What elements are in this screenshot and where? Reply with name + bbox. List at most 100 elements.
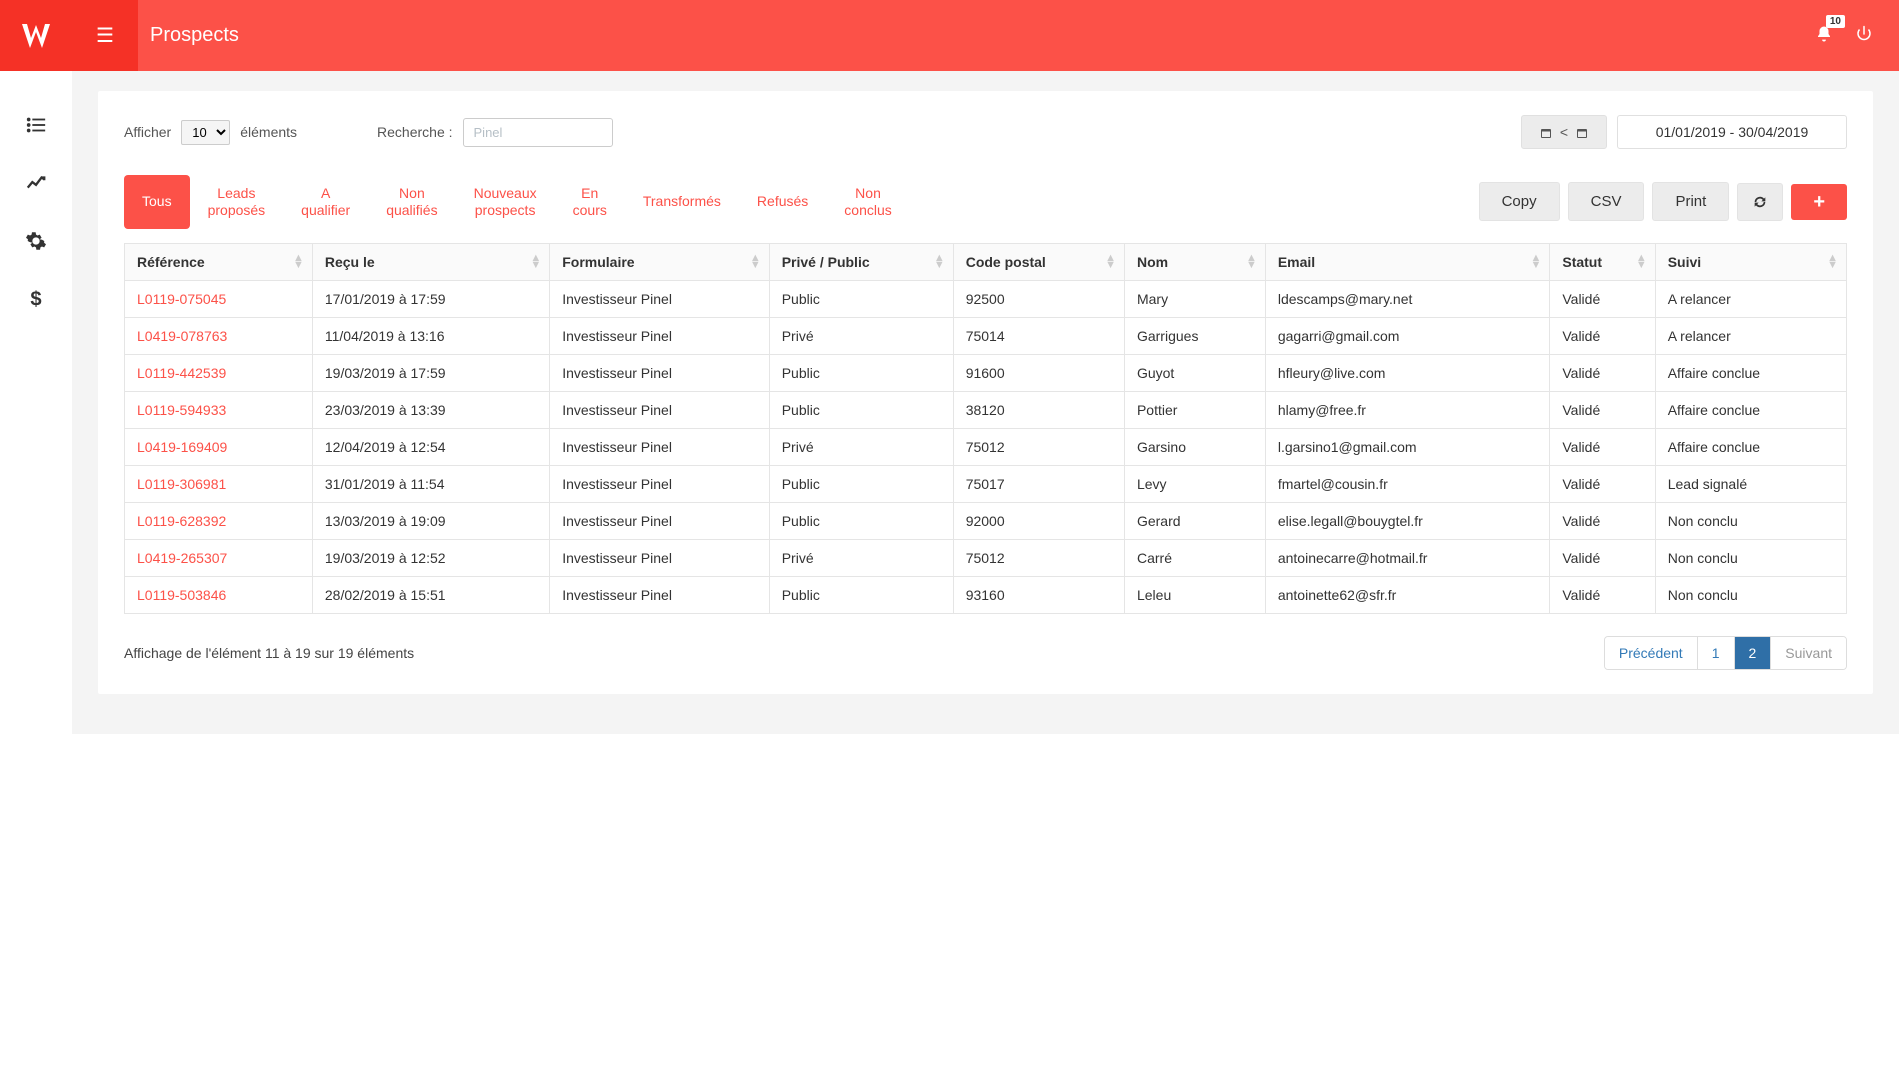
svg-text:$: $: [30, 288, 41, 310]
tab-label: En: [573, 185, 607, 202]
copy-button[interactable]: Copy: [1479, 182, 1560, 221]
table-row: L0419-07876311/04/2019 à 13:16Investisse…: [125, 317, 1847, 354]
cell-statut: Validé: [1550, 576, 1655, 613]
notifications-button[interactable]: 10: [1815, 25, 1833, 46]
sidebar-item-settings[interactable]: [22, 227, 50, 255]
tab-transformés[interactable]: Transformés: [625, 175, 739, 229]
logo[interactable]: [0, 0, 72, 71]
column-header[interactable]: Code postal▲▼: [953, 243, 1124, 280]
sidebar-item-list[interactable]: [22, 111, 50, 139]
cell-statut: Validé: [1550, 354, 1655, 391]
page-size-select[interactable]: 10: [181, 120, 230, 145]
next-page-button[interactable]: Suivant: [1771, 637, 1846, 669]
cell-email: ldescamps@mary.net: [1265, 280, 1550, 317]
cell-email: antoinette62@sfr.fr: [1265, 576, 1550, 613]
tab-non-qualifiés[interactable]: Nonqualifiés: [368, 175, 455, 229]
tab-en-cours[interactable]: Encours: [555, 175, 625, 229]
column-label: Code postal: [966, 254, 1046, 270]
cell-ref: L0119-442539: [125, 354, 313, 391]
cell-statut: Validé: [1550, 502, 1655, 539]
tab-label: Non: [386, 185, 437, 202]
tab-label: Nouveaux: [474, 185, 537, 202]
search-label: Recherche :: [377, 124, 452, 140]
sort-icon: ▲▼: [1530, 255, 1541, 269]
menu-toggle-button[interactable]: ☰: [72, 0, 138, 71]
prospects-table: Référence▲▼Reçu le▲▼Formulaire▲▼Privé / …: [124, 243, 1847, 614]
cell-form: Investisseur Pinel: [550, 354, 769, 391]
reference-link[interactable]: L0119-442539: [137, 365, 226, 381]
pagination: Précédent 12Suivant: [1604, 636, 1847, 670]
tab-leads-proposés[interactable]: Leadsproposés: [190, 175, 284, 229]
cell-nom: Carré: [1124, 539, 1265, 576]
logout-button[interactable]: [1855, 25, 1873, 46]
table-row: L0119-50384628/02/2019 à 15:51Investisse…: [125, 576, 1847, 613]
column-header[interactable]: Référence▲▼: [125, 243, 313, 280]
add-button[interactable]: +: [1791, 184, 1847, 220]
column-header[interactable]: Reçu le ▲▼: [312, 243, 549, 280]
reference-link[interactable]: L0419-265307: [137, 550, 227, 566]
cell-statut: Validé: [1550, 465, 1655, 502]
column-header[interactable]: Suivi▲▼: [1655, 243, 1846, 280]
cell-recu: 31/01/2019 à 11:54: [312, 465, 549, 502]
refresh-icon: [1752, 194, 1768, 210]
cell-email: elise.legall@bouygtel.fr: [1265, 502, 1550, 539]
reference-link[interactable]: L0119-594933: [137, 402, 226, 418]
column-header[interactable]: Statut▲▼: [1550, 243, 1655, 280]
cell-form: Investisseur Pinel: [550, 317, 769, 354]
page-button-1[interactable]: 1: [1698, 637, 1735, 669]
reference-link[interactable]: L0119-628392: [137, 513, 226, 529]
column-label: Privé / Public: [782, 254, 870, 270]
reference-link[interactable]: L0419-169409: [137, 439, 227, 455]
print-button[interactable]: Print: [1652, 182, 1729, 221]
cell-cp: 75017: [953, 465, 1124, 502]
column-header[interactable]: Formulaire▲▼: [550, 243, 769, 280]
reference-link[interactable]: L0119-075045: [137, 291, 226, 307]
less-than-icon: <: [1560, 124, 1568, 140]
cell-cp: 75012: [953, 539, 1124, 576]
prev-page-button[interactable]: Précédent: [1605, 637, 1698, 669]
column-header[interactable]: Email▲▼: [1265, 243, 1550, 280]
column-header[interactable]: Nom▲▼: [1124, 243, 1265, 280]
cell-statut: Validé: [1550, 428, 1655, 465]
cell-priv: Public: [769, 391, 953, 428]
sidebar-item-analytics[interactable]: [22, 169, 50, 197]
tab-non-conclus[interactable]: Nonconclus: [826, 175, 909, 229]
table-info: Affichage de l'élément 11 à 19 sur 19 él…: [124, 645, 414, 661]
cell-statut: Validé: [1550, 539, 1655, 576]
cell-ref: L0119-075045: [125, 280, 313, 317]
power-icon: [1855, 25, 1873, 43]
sort-icon: ▲▼: [530, 255, 541, 269]
cell-cp: 93160: [953, 576, 1124, 613]
tab-a-qualifier[interactable]: Aqualifier: [283, 175, 368, 229]
tab-label: A: [301, 185, 350, 202]
reference-link[interactable]: L0119-503846: [137, 587, 226, 603]
sidebar-item-billing[interactable]: $: [22, 285, 50, 313]
cell-form: Investisseur Pinel: [550, 502, 769, 539]
column-header[interactable]: Privé / Public▲▼: [769, 243, 953, 280]
cell-statut: Validé: [1550, 391, 1655, 428]
chart-line-icon: [25, 172, 47, 194]
filter-tabs: TousLeadsproposésAqualifierNonqualifiésN…: [124, 175, 910, 229]
sort-icon: ▲▼: [1246, 255, 1257, 269]
tab-tous[interactable]: Tous: [124, 175, 190, 229]
date-range-input[interactable]: 01/01/2019 - 30/04/2019: [1617, 115, 1847, 149]
csv-button[interactable]: CSV: [1568, 182, 1645, 221]
tab-nouveaux-prospects[interactable]: Nouveauxprospects: [456, 175, 555, 229]
controls-row: Afficher 10 éléments Recherche : < 01/01…: [124, 115, 1847, 149]
search-input[interactable]: [463, 118, 613, 147]
cell-ref: L0119-306981: [125, 465, 313, 502]
cell-recu: 13/03/2019 à 19:09: [312, 502, 549, 539]
cell-suivi: Non conclu: [1655, 502, 1846, 539]
column-label: Reçu le: [325, 254, 375, 270]
reference-link[interactable]: L0119-306981: [137, 476, 226, 492]
page-button-2[interactable]: 2: [1735, 637, 1772, 669]
show-label-suffix: éléments: [240, 124, 297, 140]
reference-link[interactable]: L0419-078763: [137, 328, 227, 344]
tab-refusés[interactable]: Refusés: [739, 175, 826, 229]
refresh-button[interactable]: [1737, 183, 1783, 221]
cell-suivi: Non conclu: [1655, 576, 1846, 613]
table-row: L0119-59493323/03/2019 à 13:39Investisse…: [125, 391, 1847, 428]
cell-ref: L0419-078763: [125, 317, 313, 354]
show-label-prefix: Afficher: [124, 124, 171, 140]
date-nav-button[interactable]: <: [1521, 115, 1607, 149]
